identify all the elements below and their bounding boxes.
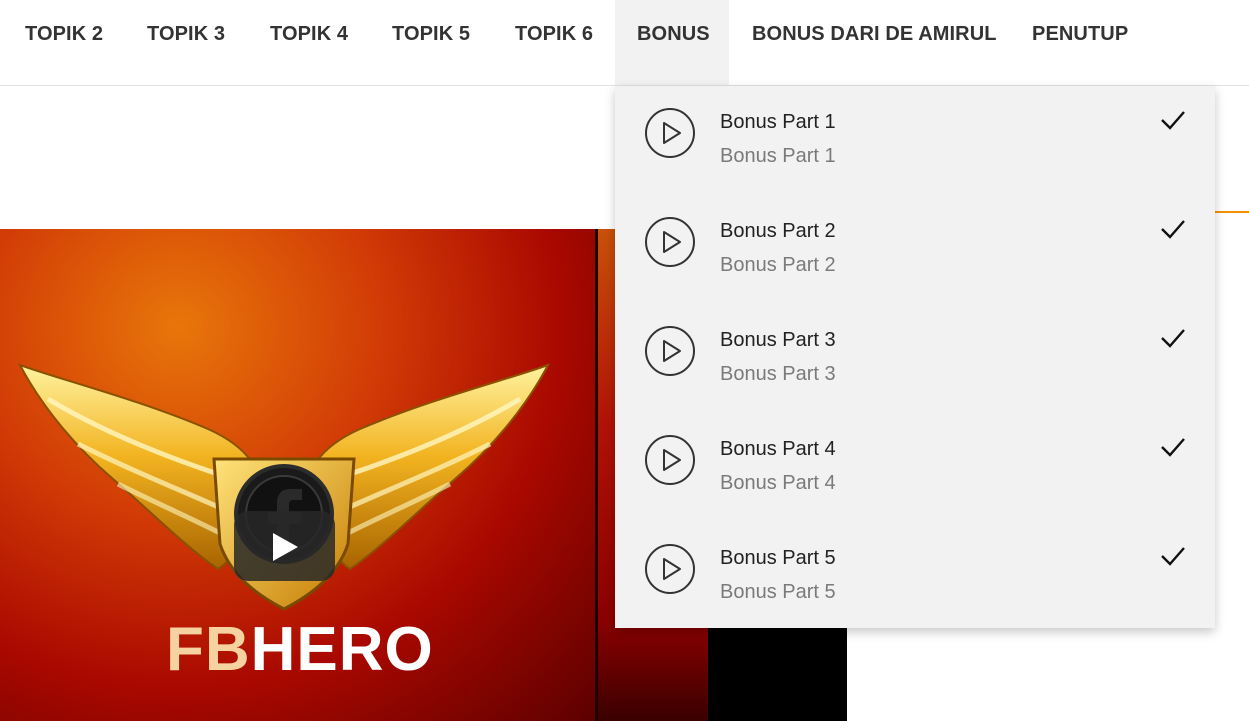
dropdown-item-subtitle: Bonus Part 2 xyxy=(720,254,836,276)
dropdown-item-subtitle: Bonus Part 4 xyxy=(720,472,836,494)
checkmark-icon xyxy=(1161,111,1185,130)
dropdown-item-bonus-part-4[interactable]: Bonus Part 4 Bonus Part 4 xyxy=(615,413,1215,522)
nav-item-bonus[interactable]: BONUS xyxy=(615,0,729,85)
video-play-button[interactable] xyxy=(234,511,335,581)
top-navigation: TOPIK 2 TOPIK 3 TOPIK 4 TOPIK 5 TOPIK 6 … xyxy=(0,0,1249,86)
nav-item-penutup[interactable]: PENUTUP xyxy=(1010,0,1150,85)
dropdown-item-bonus-part-2[interactable]: Bonus Part 2 Bonus Part 2 xyxy=(615,195,1215,304)
checkmark-icon xyxy=(1161,329,1185,348)
checkmark-icon xyxy=(1161,220,1185,239)
dropdown-item-bonus-part-3[interactable]: Bonus Part 3 Bonus Part 3 xyxy=(615,304,1215,413)
dropdown-item-title: Bonus Part 2 xyxy=(720,220,836,242)
play-circle-icon xyxy=(645,108,695,158)
play-circle-icon xyxy=(645,544,695,594)
play-circle-icon xyxy=(645,326,695,376)
play-icon xyxy=(273,533,298,561)
dropdown-item-subtitle: Bonus Part 3 xyxy=(720,363,836,385)
fbhero-logo-text: FBHERO xyxy=(166,614,433,684)
dropdown-item-title: Bonus Part 5 xyxy=(720,547,836,569)
nav-item-topik-3[interactable]: TOPIK 3 xyxy=(125,0,247,85)
checkmark-icon xyxy=(1161,438,1185,457)
nav-item-topik-4[interactable]: TOPIK 4 xyxy=(248,0,370,85)
nav-item-topik-6[interactable]: TOPIK 6 xyxy=(493,0,615,85)
play-circle-icon xyxy=(645,435,695,485)
nav-item-topik-2[interactable]: TOPIK 2 xyxy=(3,0,125,85)
bonus-dropdown-menu: Bonus Part 1 Bonus Part 1 Bonus Part 2 B… xyxy=(615,86,1215,628)
dropdown-item-subtitle: Bonus Part 1 xyxy=(720,145,836,167)
nav-item-topik-5[interactable]: TOPIK 5 xyxy=(370,0,492,85)
dropdown-item-title: Bonus Part 4 xyxy=(720,438,836,460)
logo-text-hero: HERO xyxy=(250,615,434,684)
nav-item-bonus-dari-de-amirul[interactable]: BONUS DARI DE AMIRUL xyxy=(730,0,1019,85)
accent-divider xyxy=(1215,211,1249,213)
play-circle-icon xyxy=(645,217,695,267)
dropdown-item-title: Bonus Part 1 xyxy=(720,111,836,133)
checkmark-icon xyxy=(1161,547,1185,566)
dropdown-item-title: Bonus Part 3 xyxy=(720,329,836,351)
dropdown-item-bonus-part-5[interactable]: Bonus Part 5 Bonus Part 5 xyxy=(615,522,1215,631)
dropdown-item-subtitle: Bonus Part 5 xyxy=(720,581,836,603)
dropdown-item-bonus-part-1[interactable]: Bonus Part 1 Bonus Part 1 xyxy=(615,86,1215,195)
logo-text-fb: FB xyxy=(166,615,251,684)
